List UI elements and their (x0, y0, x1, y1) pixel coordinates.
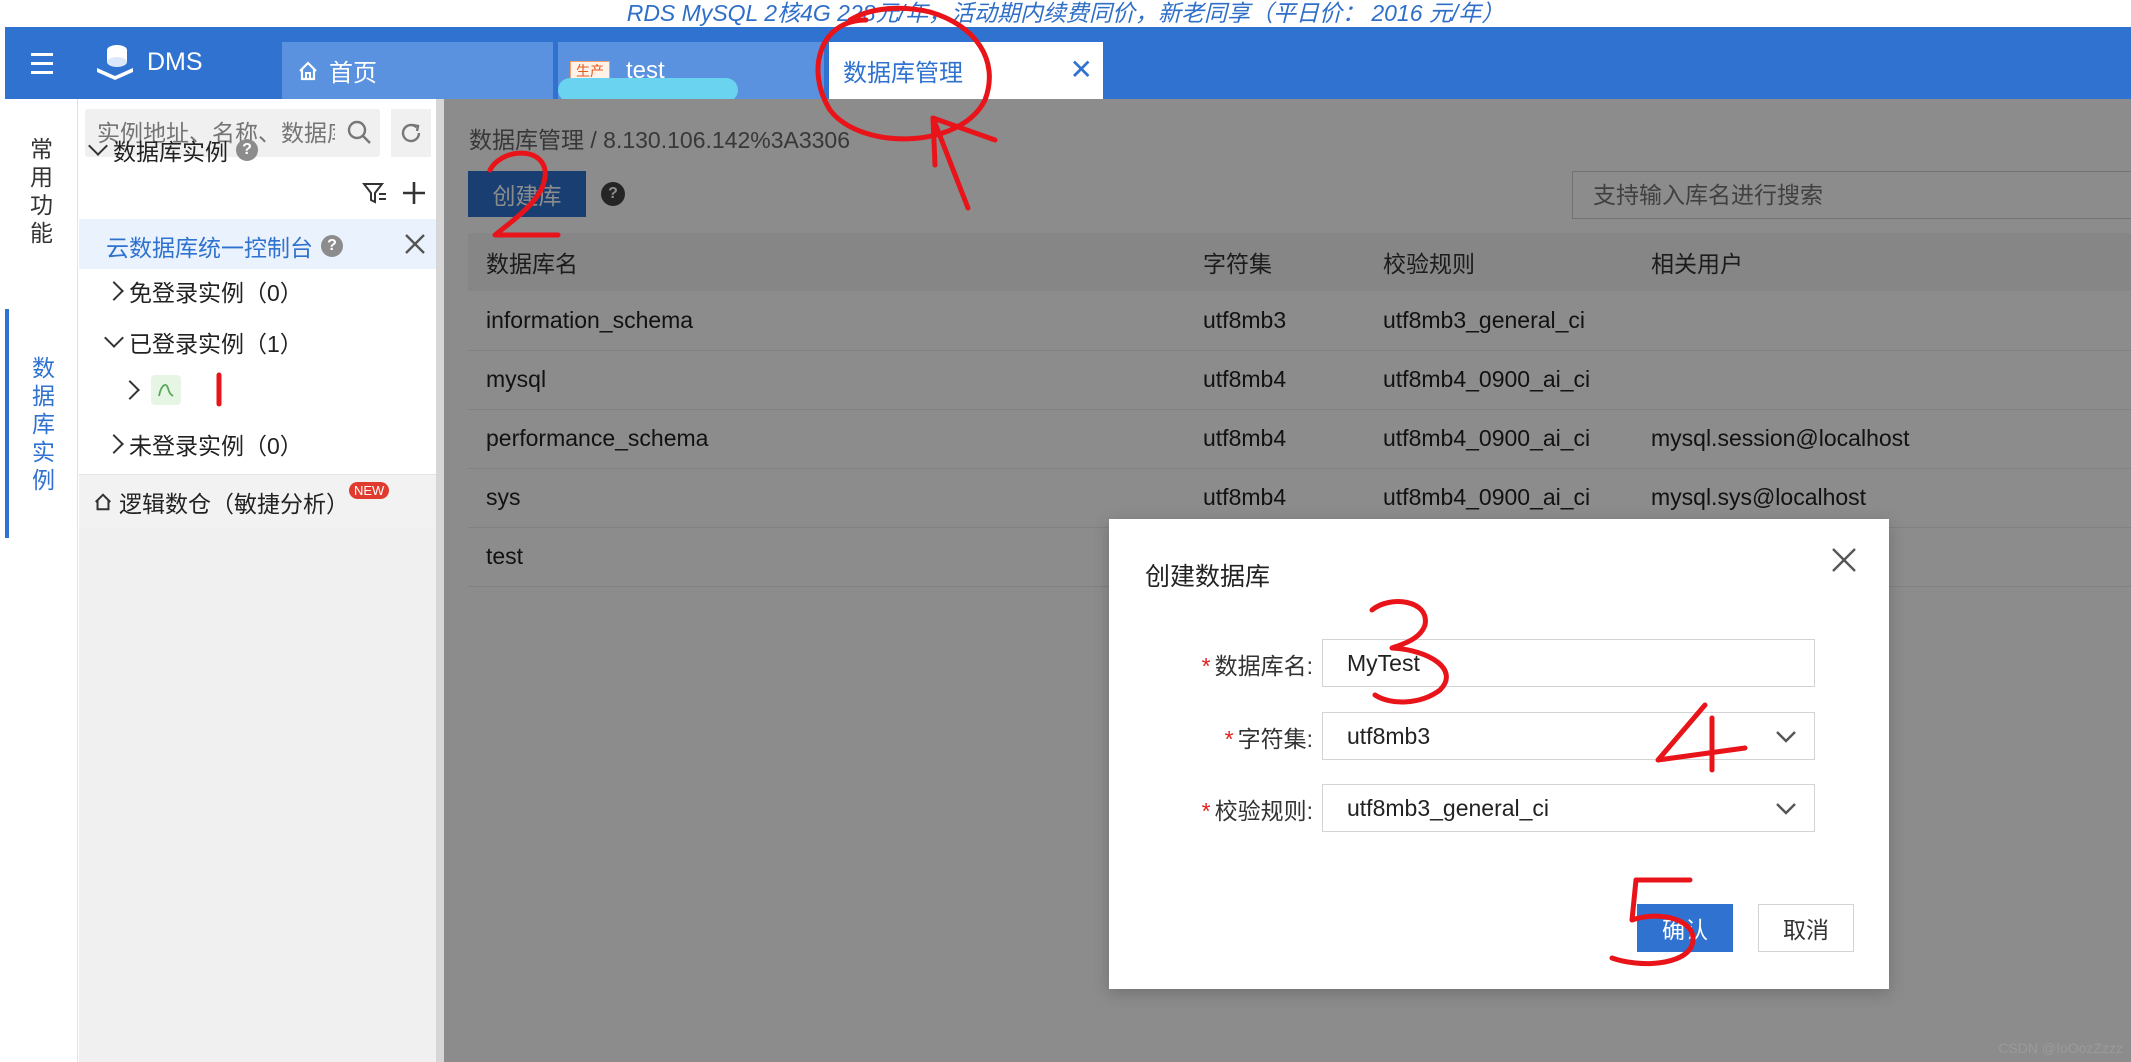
dialog-title: 创建数据库 (1145, 563, 1271, 591)
rail-char: 常 (30, 136, 53, 162)
tree-item-not-logged-in[interactable]: 未登录实例（0） (104, 427, 303, 461)
brand[interactable]: DMS (93, 41, 203, 83)
rail-common-functions[interactable]: 常 用 功 能 (5, 135, 78, 247)
instances-title: 数据库实例 (113, 139, 228, 165)
tab-test[interactable]: 生产 test (558, 42, 824, 102)
charset-select[interactable]: utf8mb3 (1322, 712, 1815, 760)
logic-warehouse-row[interactable]: 逻辑数仓（敏捷分析） NEW (79, 474, 436, 529)
cloud-console-link[interactable]: 云数据库统一控制台 ? (106, 229, 343, 263)
tab-home[interactable]: 首页 (282, 42, 553, 99)
required-mark: * (1224, 726, 1234, 752)
tree-item-label: 免登录实例（0） (129, 280, 303, 306)
rail-char: 能 (30, 220, 53, 246)
collation-select[interactable]: utf8mb3_general_ci (1322, 784, 1815, 832)
promo-banner[interactable]: RDS MySQL 2核4G 228元/年，活动期内续费同价，新老同享（平日价：… (0, 0, 2131, 27)
rail-char: 据 (32, 383, 55, 409)
chevron-down-icon (1776, 803, 1796, 815)
search-icon[interactable] (346, 119, 372, 145)
brand-name: DMS (147, 47, 203, 76)
required-mark: * (1201, 798, 1211, 824)
field-label-charset: * 字符集: (1225, 720, 1313, 754)
chevron-down-icon (88, 136, 108, 156)
tree-instance[interactable] (120, 375, 181, 405)
refresh-button[interactable] (391, 109, 431, 157)
rail-char: 数 (32, 355, 55, 381)
instance-sidebar: 数据库实例 ? 云数据库统一控制台 ? 免登录实例（0） (79, 99, 436, 1062)
watermark: CSDN @IoOozZzzz (1998, 1040, 2123, 1056)
cloud-console-row[interactable]: 云数据库统一控制台 ? (79, 219, 436, 269)
instances-title-row[interactable]: 数据库实例 ? (88, 133, 258, 167)
tab-db-label: 数据库管理 (843, 60, 963, 87)
tree-item-label: 已登录实例（1） (129, 331, 303, 357)
promo-text[interactable]: RDS MySQL 2核4G 228元/年，活动期内续费同价，新老同享（平日价：… (627, 0, 1505, 26)
tree-item-no-login[interactable]: 免登录实例（0） (104, 274, 303, 308)
hamburger-icon (30, 50, 53, 77)
home-icon (299, 60, 317, 80)
rail-char: 例 (32, 467, 55, 493)
close-icon[interactable] (404, 233, 426, 255)
rail-char: 功 (30, 192, 53, 218)
help-icon[interactable]: ? (236, 139, 258, 161)
label-text: 数据库名: (1214, 653, 1313, 679)
rail-char: 库 (32, 411, 55, 437)
field-label-collation: * 校验规则: (1202, 792, 1313, 826)
cloud-console-label: 云数据库统一控制台 (106, 235, 313, 261)
required-mark: * (1201, 653, 1211, 679)
rail-database-instances[interactable]: 数 据 库 实 例 (5, 309, 78, 538)
top-bar: DMS 首页 生产 test 数据库管理 ✕ (5, 27, 2131, 102)
left-rail: 常 用 功 能 数 据 库 实 例 (5, 99, 78, 1062)
create-database-dialog: 创建数据库 * 数据库名: MyTest * 字符集: utf8mb3 * 校验规则:… (1109, 519, 1889, 989)
help-icon[interactable]: ? (321, 235, 343, 257)
logic-warehouse-label: 逻辑数仓（敏捷分析） (119, 491, 349, 517)
rail-char: 实 (32, 439, 55, 465)
tree-item-label: 未登录实例（0） (129, 433, 303, 459)
chevron-right-icon (104, 281, 124, 301)
mysql-instance-icon (151, 375, 181, 405)
chevron-down-icon (1776, 731, 1796, 743)
logic-warehouse-link[interactable]: 逻辑数仓（敏捷分析） NEW (93, 481, 395, 519)
chevron-down-icon (104, 328, 124, 348)
menu-button[interactable] (5, 27, 78, 99)
field-label-db-name: * 数据库名: (1202, 647, 1313, 681)
db-name-input[interactable]: MyTest (1322, 639, 1815, 687)
add-icon[interactable] (401, 180, 427, 206)
label-text: 字符集: (1237, 726, 1313, 752)
screen: RDS MySQL 2核4G 228元/年，活动期内续费同价，新老同享（平日价：… (0, 0, 2131, 1062)
charset-value: utf8mb3 (1347, 722, 1431, 749)
dms-logo-icon (97, 45, 133, 80)
label-text: 校验规则: (1214, 798, 1313, 824)
chevron-right-icon (120, 380, 140, 400)
home-icon (95, 493, 111, 511)
db-name-value: MyTest (1347, 649, 1420, 676)
close-icon[interactable] (1829, 545, 1859, 575)
tab-close-icon[interactable]: ✕ (1070, 56, 1093, 84)
chevron-right-icon (104, 434, 124, 454)
cancel-button[interactable]: 取消 (1758, 904, 1854, 952)
refresh-icon (401, 123, 421, 143)
rail-char: 用 (30, 164, 53, 190)
collation-value: utf8mb3_general_ci (1347, 794, 1550, 821)
tab-home-label: 首页 (329, 60, 377, 87)
tab-database-management[interactable]: 数据库管理 ✕ (829, 42, 1103, 99)
panel-divider[interactable] (436, 99, 444, 1062)
tree-item-logged-in[interactable]: 已登录实例（1） (104, 325, 303, 359)
filter-icon[interactable] (362, 180, 388, 206)
new-badge: NEW (349, 481, 390, 499)
confirm-button[interactable]: 确认 (1637, 904, 1733, 952)
